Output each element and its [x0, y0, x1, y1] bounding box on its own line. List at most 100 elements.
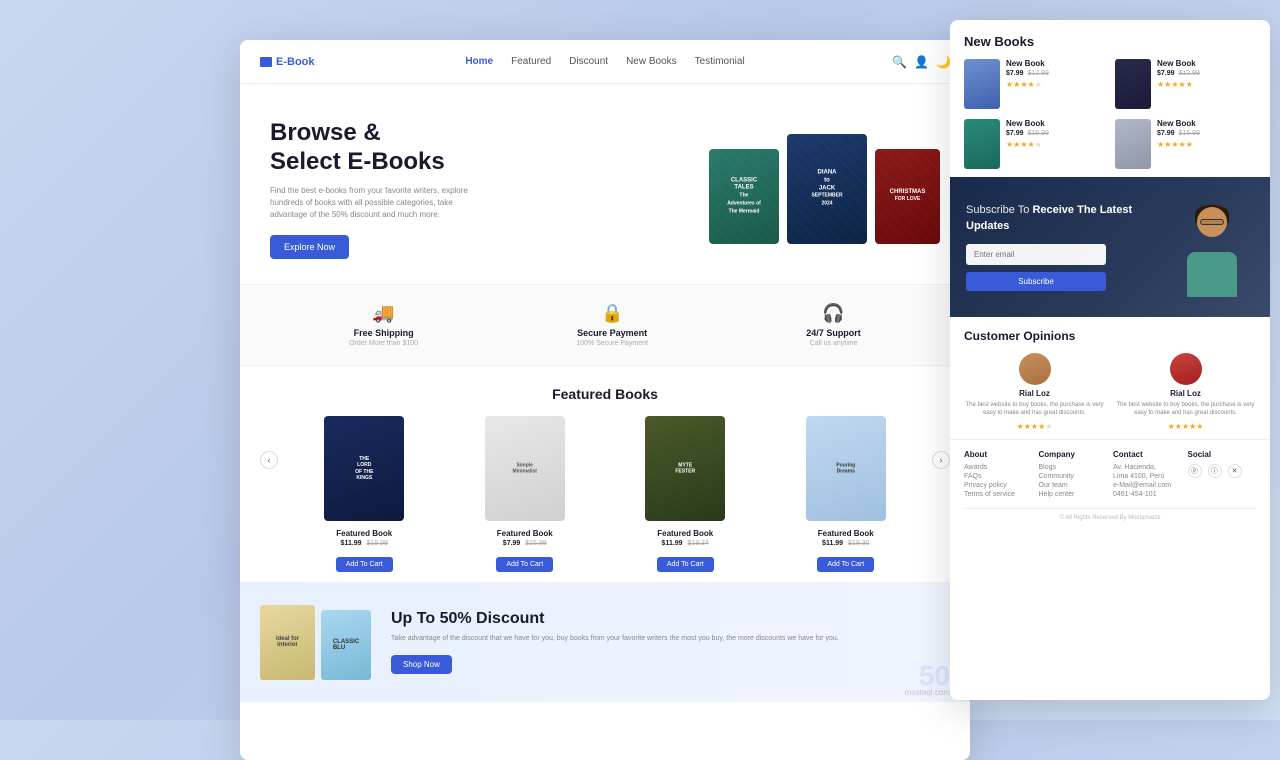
footer-team[interactable]: Our team — [1039, 482, 1108, 489]
hero-section: Browse &Select E-Books Find the best e-b… — [240, 84, 970, 284]
opinion-name-2: Rial Loz — [1115, 389, 1256, 398]
book-icon — [260, 57, 272, 67]
shop-now-button[interactable]: Shop Now — [391, 655, 452, 674]
discount-text: Up To 50% Discount Take advantage of the… — [391, 610, 950, 675]
search-icon[interactable]: 🔍 — [892, 55, 906, 69]
person-illustration — [1169, 197, 1254, 297]
footer-terms[interactable]: Terms of service — [964, 491, 1033, 498]
feature-shipping-desc: Order More than $100 — [349, 340, 418, 347]
discount-books: ideal forinterior CLASSICBLU — [260, 605, 371, 680]
nb-info-2: New Book $7.99 $12.99 ★★★★★ — [1157, 59, 1256, 89]
new-book-1: New Book $7.99 $12.99 ★★★★★ — [964, 59, 1105, 109]
opinion-stars-2: ★★★★★ — [1115, 422, 1256, 431]
hero-book-1-text: CLASSICTALESThe Adventures ofThe Mermaid — [727, 177, 762, 216]
opinion-stars-1: ★★★★★ — [964, 422, 1105, 431]
feature-payment-desc: 100% Secure Payment — [576, 340, 648, 347]
subscribe-button[interactable]: Subscribe — [966, 272, 1106, 291]
discount-section: ideal forinterior CLASSICBLU Up To 50% D… — [240, 582, 970, 702]
hero-description: Find the best e-books from your favorite… — [270, 185, 490, 221]
footer-privacy[interactable]: Privacy policy — [964, 482, 1033, 489]
footer-phone: 0461-454-101 — [1113, 491, 1182, 498]
footer-community[interactable]: Community — [1039, 473, 1108, 480]
featured-books-title: Featured Books — [260, 386, 950, 402]
opinion-card-1: Rial Loz The best website to buy books, … — [964, 353, 1105, 431]
add-to-cart-1[interactable]: Add To Cart — [336, 557, 393, 572]
nav-new-books[interactable]: New Books — [626, 56, 677, 67]
book-label-4: Featured Book — [772, 529, 921, 538]
navbar: E-Book Home Featured Discount New Books … — [240, 40, 970, 84]
footer-col-contact: Contact Av. Hacienda, Lima 4100, Perú e-… — [1113, 450, 1182, 500]
book-cover-4: PouringDreams — [806, 416, 886, 521]
opinions-title: Customer Opinions — [964, 329, 1256, 343]
nav-discount[interactable]: Discount — [569, 56, 608, 67]
feature-payment-title: Secure Payment — [576, 328, 648, 338]
moon-icon[interactable]: 🌙 — [936, 55, 950, 69]
nav-home[interactable]: Home — [465, 56, 493, 67]
navbar-links: Home Featured Discount New Books Testimo… — [433, 56, 778, 67]
footer-blogs[interactable]: Blogs — [1039, 464, 1108, 471]
feature-support: 🎧 24/7 Support Call us anytime — [806, 303, 861, 347]
footer-col-about: About Awards FAQs Privacy policy Terms o… — [964, 450, 1033, 500]
feature-support-title: 24/7 Support — [806, 328, 861, 338]
price-old-4: $19.30 — [848, 540, 869, 547]
add-to-cart-3[interactable]: Add To Cart — [657, 557, 714, 572]
explore-button[interactable]: Explore Now — [270, 235, 349, 259]
navbar-icons: 🔍 👤 🌙 — [778, 55, 951, 69]
nb-prices-4: $7.99 $16.99 — [1157, 130, 1256, 137]
nb-cover-1 — [964, 59, 1000, 109]
subscribe-title: Subscribe To Receive The Latest Updates — [966, 203, 1169, 234]
footer-help[interactable]: Help center — [1039, 491, 1108, 498]
opinion-avatar-1 — [1019, 353, 1051, 385]
hero-title: Browse &Select E-Books — [270, 119, 699, 177]
footer-faqs[interactable]: FAQs — [964, 473, 1033, 480]
hero-book-1: CLASSICTALESThe Adventures ofThe Mermaid — [709, 149, 779, 244]
footer-awards[interactable]: Awards — [964, 464, 1033, 471]
book-prices-3: $11.99 $19.34 — [611, 540, 760, 547]
footer-about-title: About — [964, 450, 1033, 459]
carousel-next-button[interactable]: › — [932, 451, 950, 469]
pinterest-icon[interactable]: ⓟ — [1188, 464, 1202, 478]
payment-icon: 🔒 — [576, 303, 648, 324]
twitter-icon[interactable]: ✕ — [1228, 464, 1242, 478]
feature-shipping-title: Free Shipping — [349, 328, 418, 338]
nb-label-4: New Book — [1157, 119, 1256, 128]
price-new-3: $11.99 — [662, 540, 683, 547]
book-prices-4: $11.99 $19.30 — [772, 540, 921, 547]
user-icon[interactable]: 👤 — [914, 55, 928, 69]
new-books-section: New Books New Book $7.99 $12.99 ★★★★★ — [950, 20, 1270, 177]
book-cover-3: MYTEFESTER — [645, 416, 725, 521]
footer-address-2: Lima 4100, Perú — [1113, 473, 1182, 480]
nb-info-3: New Book $7.99 $16.99 ★★★★★ — [1006, 119, 1105, 149]
nb-stars-2: ★★★★★ — [1157, 80, 1256, 89]
opinion-name-1: Rial Loz — [964, 389, 1105, 398]
nav-featured[interactable]: Featured — [511, 56, 551, 67]
new-book-2: New Book $7.99 $12.99 ★★★★★ — [1115, 59, 1256, 109]
book-prices-1: $11.99 $19.99 — [290, 540, 439, 547]
social-icons: ⓟ ⓘ ✕ — [1188, 464, 1257, 478]
opinion-card-2: Rial Loz The best website to buy books, … — [1115, 353, 1256, 431]
features-section: 🚚 Free Shipping Order More than $100 🔒 S… — [240, 284, 970, 366]
new-books-grid: New Book $7.99 $12.99 ★★★★★ New Book $7.… — [964, 59, 1256, 169]
new-book-4: New Book $7.99 $16.99 ★★★★★ — [1115, 119, 1256, 169]
footer-company-title: Company — [1039, 450, 1108, 459]
add-to-cart-2[interactable]: Add To Cart — [496, 557, 553, 572]
left-panel: E-Book Home Featured Discount New Books … — [240, 40, 970, 760]
email-input[interactable] — [966, 244, 1106, 265]
carousel-prev-button[interactable]: ‹ — [260, 451, 278, 469]
feature-support-desc: Call us anytime — [806, 340, 861, 347]
nav-testimonial[interactable]: Testimonial — [695, 56, 745, 67]
nb-prices-1: $7.99 $12.99 — [1006, 70, 1105, 77]
footer-contact-title: Contact — [1113, 450, 1182, 459]
nb-cover-2 — [1115, 59, 1151, 109]
footer-address-1: Av. Hacienda, — [1113, 464, 1182, 471]
opinions-grid: Rial Loz The best website to buy books, … — [964, 353, 1256, 431]
footer-col-company: Company Blogs Community Our team Help ce… — [1039, 450, 1108, 500]
discount-description: Take advantage of the discount that we h… — [391, 634, 950, 645]
nb-cover-4 — [1115, 119, 1151, 169]
nb-info-4: New Book $7.99 $16.99 ★★★★★ — [1157, 119, 1256, 149]
add-to-cart-4[interactable]: Add To Cart — [817, 557, 874, 572]
instagram-icon[interactable]: ⓘ — [1208, 464, 1222, 478]
nb-stars-1: ★★★★★ — [1006, 80, 1105, 89]
hero-book-3-text: CHRISTMASFOR LOVE — [890, 189, 926, 205]
footer-email[interactable]: e-Mail@email.com — [1113, 482, 1182, 489]
